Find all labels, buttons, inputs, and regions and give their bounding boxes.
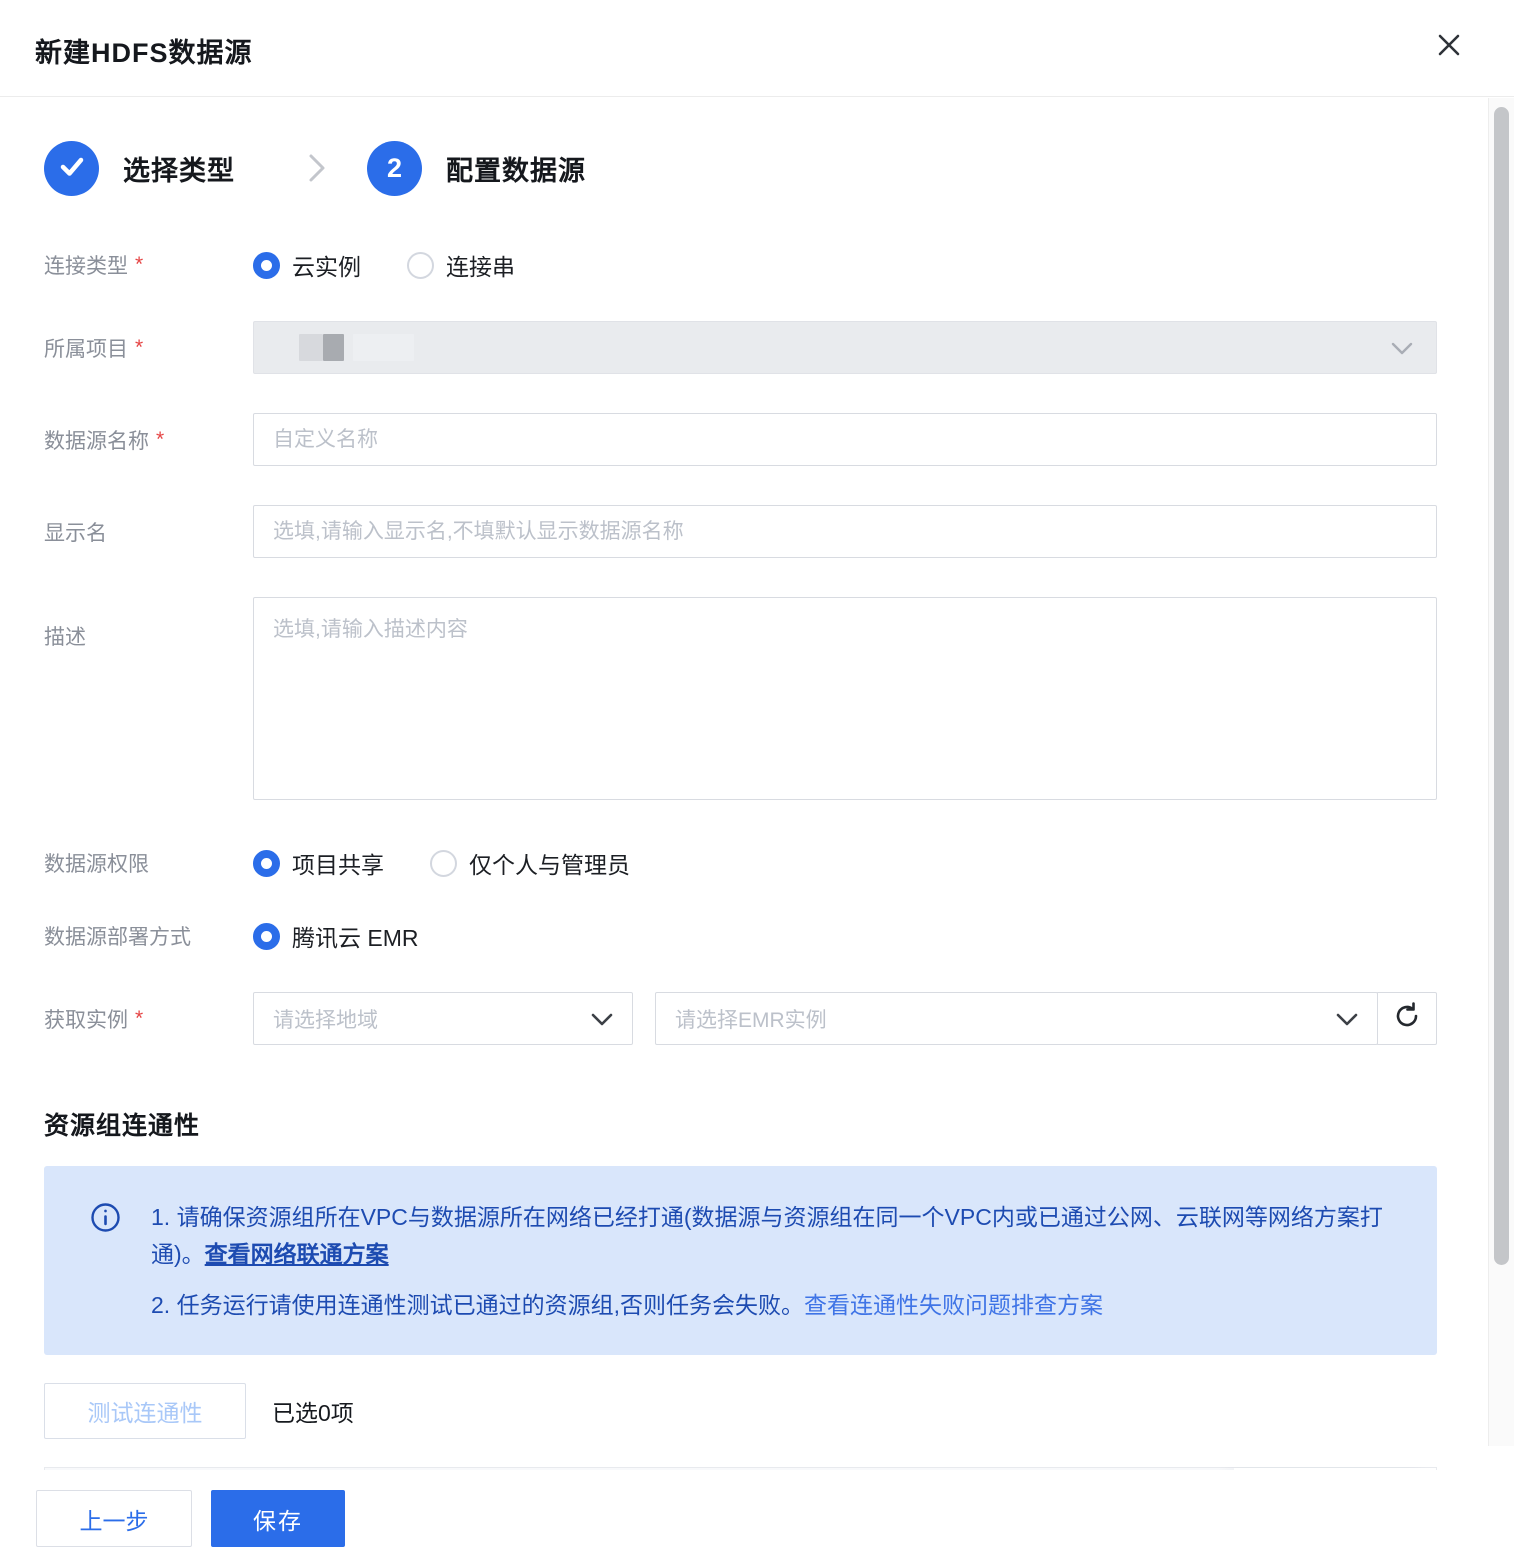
info-icon [90,1202,121,1324]
region-select[interactable]: 请选择地域 [253,992,633,1045]
connection-type-label: 连接类型 * [44,253,144,278]
notice-item-2: 2. 任务运行请使用连通性测试已通过的资源组,否则任务会失败。查看连通性失败问题… [151,1292,1103,1318]
new-hdfs-datasource-dialog: 新建HDFS数据源 选择类型 2 配置数据源 连接类型 * 云实例 连接串 所属… [0,0,1514,1566]
dialog-footer: 上一步 保存 [0,1470,1514,1566]
view-troubleshoot-link[interactable]: 查看连通性失败问题排查方案 [804,1292,1103,1318]
region-placeholder: 请选择地域 [273,1008,378,1032]
step2-label: 配置数据源 [446,155,586,186]
chevron-down-icon [590,1012,614,1032]
radio-selected-icon [253,922,280,950]
display-name-input[interactable] [253,505,1437,558]
step2-circle: 2 [367,140,422,196]
instance-row: 获取实例 * 请选择地域 请选择EMR实例 [44,992,1437,1045]
datasource-name-label: 数据源名称 * [44,427,165,453]
notice-item-1: 1. 请确保资源组所在VPC与数据源所在网络已经打通(数据源与资源组在同一个VP… [151,1204,1383,1267]
refresh-instances-button[interactable] [1377,992,1437,1045]
connectivity-notice: 1. 请确保资源组所在VPC与数据源所在网络已经打通(数据源与资源组在同一个VP… [44,1166,1437,1355]
refresh-icon [1392,1001,1422,1036]
radio-selected-icon [253,251,280,279]
permission-row: 数据源权限 项目共享 仅个人与管理员 [44,846,1437,880]
save-button[interactable]: 保存 [211,1490,345,1547]
chevron-down-icon [1335,1012,1359,1032]
radio-unselected-icon [407,251,434,279]
required-mark: * [156,427,165,451]
dialog-title: 新建HDFS数据源 [35,38,253,68]
emr-instance-select[interactable]: 请选择EMR实例 [655,992,1378,1045]
redacted-text-block [299,334,323,361]
datasource-name-row: 数据源名称 * [44,413,1437,466]
radio-connection-string[interactable]: 连接串 [407,248,515,282]
radio-project-shared[interactable]: 项目共享 [253,846,384,880]
test-connectivity-row: 测试连通性 已选0项 [44,1383,1488,1439]
redacted-text-block [353,334,414,361]
step-arrow-icon [307,152,327,184]
close-icon [1435,31,1463,64]
deployment-row: 数据源部署方式 腾讯云 EMR [44,919,1437,953]
chevron-down-icon [1390,341,1414,361]
view-network-plan-link[interactable]: 查看网络联通方案 [205,1241,389,1267]
emr-instance-placeholder: 请选择EMR实例 [675,1008,827,1032]
required-mark: * [135,335,144,359]
test-connectivity-button[interactable]: 测试连通性 [44,1383,246,1439]
project-row: 所属项目 * [44,321,1437,374]
dialog-body: 选择类型 2 配置数据源 连接类型 * 云实例 连接串 所属项目 * 数据源名称… [0,98,1488,1470]
step2-number: 2 [386,152,403,183]
display-name-row: 显示名 [44,505,1437,558]
instance-label: 获取实例 * [44,1006,144,1032]
datasource-form: 连接类型 * 云实例 连接串 所属项目 * 数据源名称 * 自定义名称 显示名 … [0,248,1488,1045]
step1-circle [44,140,99,196]
connectivity-section-title: 资源组连通性 [44,1112,201,1140]
radio-selected-icon [253,849,280,877]
selected-count: 已选0项 [272,1400,354,1426]
radio-personal-admin[interactable]: 仅个人与管理员 [430,846,630,880]
redacted-text-block [323,334,344,361]
datasource-name-input[interactable] [253,413,1437,466]
radio-unselected-icon [430,849,457,877]
description-textarea[interactable] [253,597,1437,800]
close-button[interactable] [1433,31,1465,63]
permission-label: 数据源权限 [44,853,149,876]
description-label: 描述 [44,626,86,649]
display-name-label: 显示名 [44,521,107,545]
step1-label: 选择类型 [123,155,235,186]
step-indicator: 选择类型 2 配置数据源 [44,140,1488,196]
project-select-disabled [253,321,1437,374]
radio-tencent-emr[interactable]: 腾讯云 EMR [253,919,419,953]
description-row: 描述 [44,597,1437,800]
connection-type-row: 连接类型 * 云实例 连接串 [44,248,1437,282]
required-mark: * [135,1006,144,1030]
scrollbar-track[interactable] [1488,98,1514,1446]
scrollbar-thumb[interactable] [1494,107,1509,1265]
dialog-header: 新建HDFS数据源 [0,0,1514,97]
previous-step-button[interactable]: 上一步 [36,1490,192,1547]
radio-cloud-instance[interactable]: 云实例 [253,248,361,282]
check-icon [57,151,87,186]
project-label: 所属项目 * [44,335,144,361]
required-mark: * [135,253,144,276]
deployment-label: 数据源部署方式 [44,926,191,949]
